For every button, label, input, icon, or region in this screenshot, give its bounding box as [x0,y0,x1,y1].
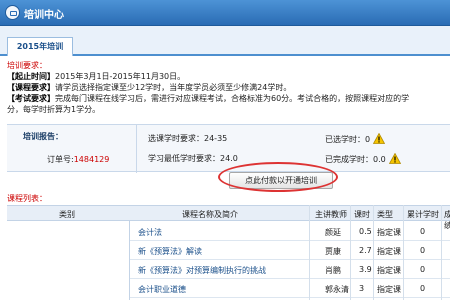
order-number: 1484129 [73,155,110,164]
selected-hours-label: 选课学时要求： [148,134,204,143]
teacher: 郭永清 [325,285,349,294]
order-label: 订单号: [47,155,74,164]
requirement-exam: 【考试要求】完成每门课程在线学习后，需进行对应课程考试，合格标准为60分。考试合… [7,93,447,104]
course-name[interactable]: 会计法 [138,227,162,238]
course-req-text: 请学员选择指定课至少12学时，当年度学员必须至少修满24学时。 [55,83,292,92]
header-teacher: 主讲教师 [315,210,347,219]
training-requirements: 培训要求： 【起止时间】2015年3月1日-2015年11月30日。 【课程要求… [7,60,447,115]
completed-label: 已完成学时： [325,155,373,164]
type: 指定课 [377,285,401,294]
teacher: 肖鹏 [325,266,341,275]
requirements-title: 培训要求： [7,61,47,70]
requirement-course: 【课程要求】请学员选择指定课至少12学时，当年度学员必须至少修满24学时。 [7,82,447,93]
app-header: 培训中心 [0,0,450,26]
teacher: 颜延 [325,228,341,237]
requirement-exam-cont: 分，每学时折算为1学分。 [7,105,101,114]
column-divider [350,205,351,300]
course-list-label: 课程列表： [7,194,47,203]
type: 指定课 [377,266,401,275]
report-title: 培训报告： [23,132,63,141]
order-info: 订单号:1484129 [47,154,109,165]
header-hours: 课时 [354,210,370,219]
column-divider [403,205,404,300]
training-report: 培训报告： 订单号:1484129 选课学时要求：24-35 已选学时：0 学习… [7,124,450,173]
highlight-circle [218,162,338,192]
training-center-icon [5,5,20,20]
table-header: 类别 课程名称及简介 主讲教师 课时 类型 累计学时 成绩 [7,205,450,230]
min-hours-value: 24.0 [220,154,238,163]
warning-icon [388,153,401,164]
course-req-label: 【课程要求】 [7,83,55,92]
course-name[interactable]: 新《预算法》解读 [138,246,202,257]
hours: 0.5 [359,227,372,236]
type: 指定课 [377,247,401,256]
min-hours-req: 学习最低学时要求：24.0 [148,153,238,164]
tab-2015-training[interactable]: 2015年培训 [7,37,73,56]
column-divider [441,205,442,300]
already-selected-label: 已选学时： [325,135,365,144]
course-name[interactable]: 新《预算法》对预算编制执行的挑战 [138,265,266,276]
already-selected-value: 0 [365,135,371,144]
already-selected: 已选学时：0 [325,133,386,145]
requirement-period: 【起止时间】2015年3月1日-2015年11月30日。 [7,71,447,82]
warning-icon [373,133,386,144]
category-cell [7,221,130,300]
header-category: 类别 [59,210,75,219]
period-text: 2015年3月1日-2015年11月30日。 [55,72,186,81]
header-type: 类型 [377,210,393,219]
column-divider [309,205,310,300]
teacher: 贾康 [325,247,341,256]
hours: 3.9 [359,265,372,274]
app-title: 培训中心 [24,10,64,21]
hours: 3 [359,284,365,293]
header-accumulated: 累计学时 [407,210,439,219]
exam-req-text: 完成每门课程在线学习后，需进行对应课程考试，合格标准为60分。考试合格的，按照课… [55,94,410,103]
selected-hours-value: 24-35 [204,134,228,143]
course-name[interactable]: 会计职业道德 [138,284,186,295]
type: 指定课 [377,228,401,237]
accumulated: 0 [420,284,426,293]
accumulated: 0 [420,265,426,274]
column-divider [373,205,374,300]
report-summary: 培训报告： 订单号:1484129 [7,125,137,173]
accumulated: 0 [420,227,426,236]
accumulated: 0 [420,246,426,255]
completed-hours: 已完成学时：0.0 [325,153,401,165]
exam-req-label: 【考试要求】 [7,94,55,103]
tab-bar: 2015年培训 [0,26,450,56]
min-hours-label: 学习最低学时要求： [148,154,220,163]
course-table: 类别 课程名称及简介 主讲教师 课时 类型 累计学时 成绩 会计法 颜延 0.5… [7,205,450,300]
hours: 2.7 [359,246,372,255]
period-label: 【起止时间】 [7,72,55,81]
selected-hours-req: 选课学时要求：24-35 [148,133,227,144]
completed-value: 0.0 [373,155,386,164]
header-course: 课程名称及简介 [182,210,238,219]
